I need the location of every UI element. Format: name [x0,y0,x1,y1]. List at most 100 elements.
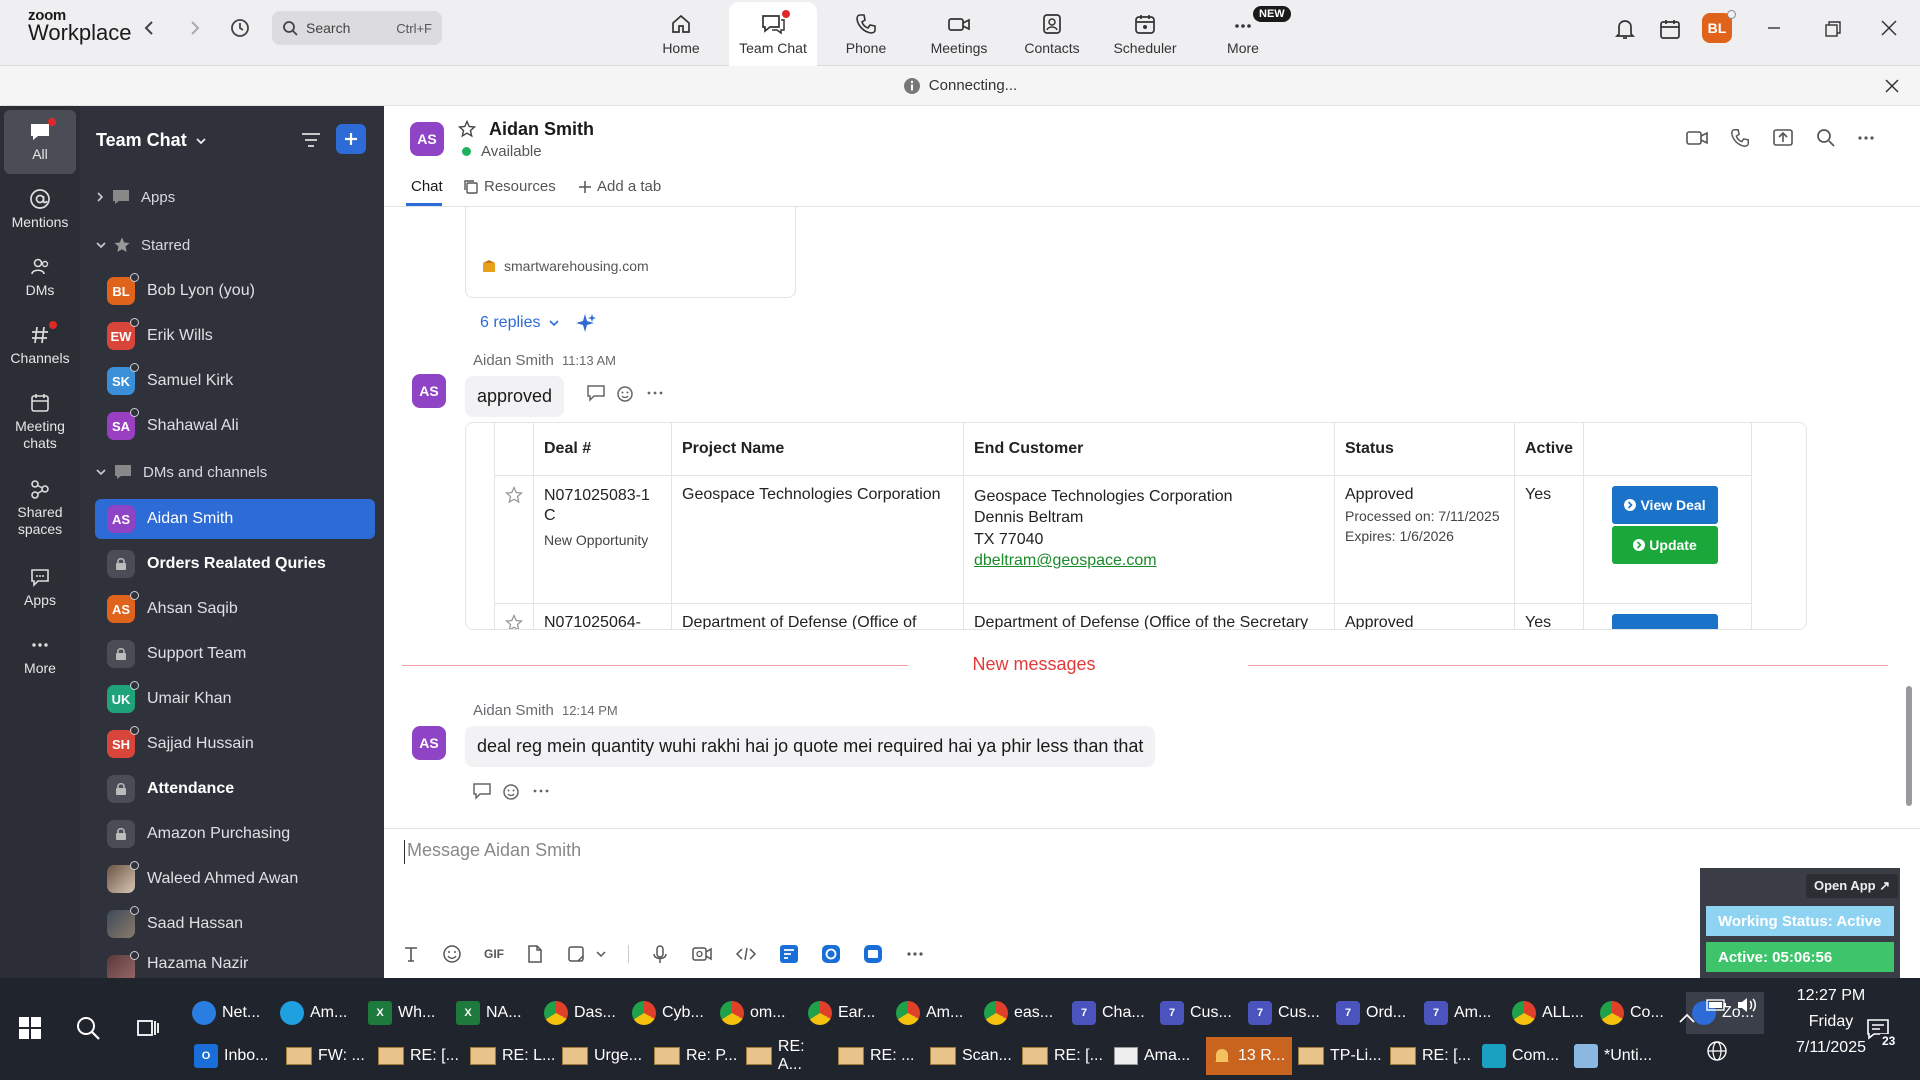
search-chat-icon[interactable] [1816,128,1836,148]
taskbar-app[interactable]: RE: ... [838,1047,924,1065]
message-bubble[interactable]: approved [465,376,565,417]
rail-apps[interactable]: Apps [0,566,80,609]
contact-name[interactable]: Aidan Smith [489,119,594,140]
taskbar-app[interactable]: Com... [1482,1044,1568,1068]
sidebar-item-sajjad-hussain[interactable]: SH Sajjad Hussain [95,724,375,764]
taskbar-app[interactable]: 7 Ord... [1336,1001,1416,1025]
app-1-icon[interactable] [779,944,799,964]
taskbar-app[interactable]: *Unti... [1574,1044,1660,1068]
sidebar-item-umair-khan[interactable]: UK Umair Khan [95,679,375,719]
sidebar-item-attendance[interactable]: Attendance [95,769,375,809]
taskbar-app[interactable]: Ama... [1114,1047,1200,1065]
update-button[interactable]: Update [1612,525,1719,564]
tab-team-chat[interactable]: Team Chat [729,2,817,66]
windows-start-icon[interactable] [18,1016,42,1040]
add-reaction-icon[interactable] [502,782,522,802]
globe-icon[interactable] [1706,1040,1728,1062]
microphone-icon[interactable] [651,944,669,964]
reply-thread-icon[interactable] [586,384,606,402]
back-arrow-icon[interactable] [140,18,160,38]
new-chat-button[interactable] [336,124,366,154]
replies-link[interactable]: 6 replies [480,314,560,332]
filter-icon[interactable] [300,130,322,150]
gif-button[interactable]: GIF [484,947,504,961]
close-banner-icon[interactable] [1884,78,1900,94]
message-more-icon[interactable] [646,384,664,402]
minimize-icon[interactable] [1766,20,1782,36]
section-starred[interactable]: Starred [95,236,190,254]
tab-chat[interactable]: Chat [411,178,443,195]
taskbar-app[interactable]: ALL... [1512,1001,1592,1025]
bell-icon[interactable] [1614,17,1636,41]
tab-meetings[interactable]: Meetings [915,2,1003,64]
tray-chevron-up-icon[interactable] [1678,1012,1696,1024]
task-view-icon[interactable] [136,1016,160,1040]
taskbar-app[interactable]: Scan... [930,1047,1016,1065]
taskbar-app[interactable]: 7 Cha... [1072,1001,1152,1025]
search-box[interactable]: Search Ctrl+F [272,11,442,45]
volume-icon[interactable] [1736,996,1760,1014]
video-call-icon[interactable] [1685,128,1709,148]
taskbar-app[interactable]: Das... [544,1001,624,1025]
sidebar-item-waleed-ahmed-awan[interactable]: Waleed Ahmed Awan [95,859,375,899]
sidebar-item-erik-wills[interactable]: EW Erik Wills [95,316,375,356]
taskbar-app[interactable]: RE: L... [470,1047,556,1065]
view-deal-button-partial[interactable] [1612,613,1719,629]
add-reaction-icon[interactable] [616,384,636,404]
star-outline-icon[interactable] [505,613,523,629]
link-preview-card[interactable]: smartwarehousing.com [465,206,796,298]
section-apps[interactable]: Apps [95,188,175,206]
sidebar-item-ahsan-saqib[interactable]: AS Ahsan Saqib [95,589,375,629]
format-text-icon[interactable] [402,945,420,963]
taskbar-app[interactable]: RE: A... [746,1038,832,1074]
battery-icon[interactable] [1706,998,1728,1012]
video-message-icon[interactable] [691,945,713,963]
sidebar-title[interactable]: Team Chat [96,130,207,151]
tab-more[interactable]: More NEW [1199,2,1291,64]
sidebar-item-saad-hassan[interactable]: Saad Hassan [95,904,375,944]
rail-shared-spaces[interactable]: Shared spaces [0,478,80,538]
chat-scrollbar-thumb[interactable] [1906,686,1912,806]
tab-resources[interactable]: Resources [463,178,556,195]
taskbar-app[interactable]: X NA... [456,1001,536,1025]
taskbar-app[interactable]: Re: P... [654,1047,740,1065]
message-more-icon[interactable] [532,782,550,800]
taskbar-app[interactable]: Am... [280,1001,360,1025]
taskbar-app[interactable]: 7 Am... [1424,1001,1504,1025]
share-screen-icon[interactable] [1772,128,1794,148]
sidebar-item-hazama-nazir[interactable]: Hazama Nazir [95,949,375,978]
taskbar-app[interactable]: 7 Cus... [1160,1001,1240,1025]
taskbar-search-icon[interactable] [74,1014,102,1042]
tab-contacts[interactable]: Contacts [1008,2,1096,64]
app-2-icon[interactable] [821,944,841,964]
view-deal-button[interactable]: View Deal [1612,485,1719,524]
taskbar-app[interactable]: TP-Li... [1298,1047,1384,1065]
tab-home[interactable]: Home [637,2,725,64]
reply-thread-icon[interactable] [472,782,492,800]
sidebar-item-orders-channel[interactable]: Orders Realated Quries [95,544,375,584]
forward-arrow-icon[interactable] [184,18,204,38]
sidebar-item-bob-lyon[interactable]: BL Bob Lyon (you) [95,271,375,311]
tab-scheduler[interactable]: Scheduler [1101,2,1189,64]
calendar-top-icon[interactable] [1658,17,1682,41]
rail-all[interactable]: All [0,110,80,174]
more-options-icon[interactable] [1856,128,1876,148]
sidebar-item-amazon-purchasing[interactable]: Amazon Purchasing [95,814,375,854]
message-bubble[interactable]: deal reg mein quantity wuhi rakhi hai jo… [465,726,1156,767]
notification-center-icon[interactable]: 23 [1866,1018,1898,1048]
history-icon[interactable] [228,16,252,40]
taskbar-app-reminder[interactable]: 13 R... [1206,1037,1292,1075]
app-3-icon[interactable] [863,944,883,964]
taskbar-app[interactable]: RE: [... [1022,1047,1108,1065]
star-outline-icon[interactable] [505,485,523,504]
phone-call-icon[interactable] [1729,127,1751,149]
rail-more[interactable]: More [0,634,80,677]
taskbar-app[interactable]: O Inbo... [194,1044,280,1068]
taskbar-app[interactable]: RE: [... [378,1047,464,1065]
taskbar-app[interactable]: 7 Cus... [1248,1001,1328,1025]
taskbar-app[interactable]: Am... [896,1001,976,1025]
sender-avatar[interactable]: AS [412,726,446,760]
code-snippet-icon[interactable] [735,945,757,963]
tab-phone[interactable]: Phone [822,2,910,64]
sidebar-item-samuel-kirk[interactable]: SK Samuel Kirk [95,361,375,401]
